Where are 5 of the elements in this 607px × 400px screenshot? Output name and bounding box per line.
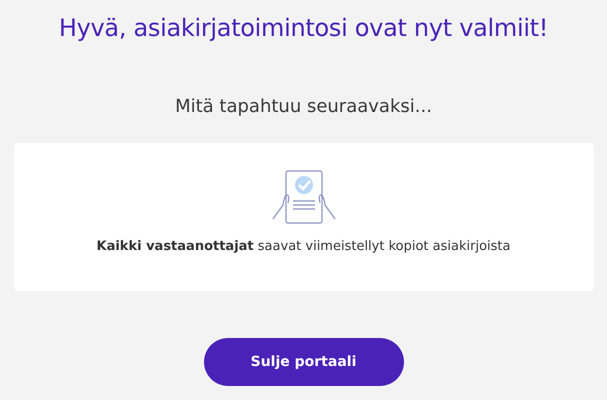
subtitle: Mitä tapahtuu seuraavaksi...: [175, 96, 432, 117]
document-in-hands-icon: [270, 169, 336, 225]
recipients-message: Kaikki vastaanottajat saavat viimeistellyt kopiot asiakirjoista: [96, 239, 510, 254]
page-title: Hyvä, asiakirjatoimintosi ovat nyt valmiit!: [58, 14, 548, 42]
close-portal-button[interactable]: Sulje portaali: [204, 338, 404, 386]
